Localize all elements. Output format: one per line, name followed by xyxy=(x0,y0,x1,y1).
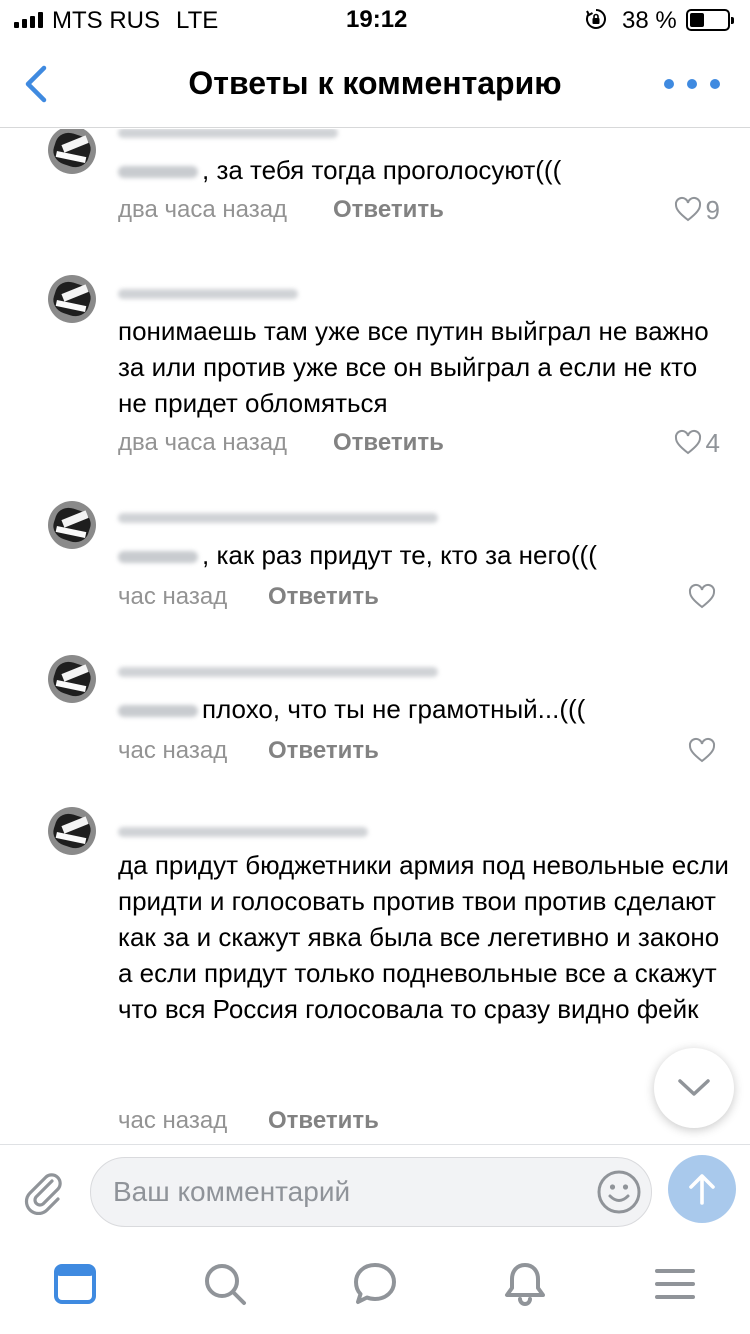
reply-button[interactable]: Ответить xyxy=(268,581,379,613)
comment-item: понимаешь там уже все путин выйграл не в… xyxy=(0,269,750,469)
chevron-down-icon xyxy=(678,1079,710,1096)
battery-percent: 38 % xyxy=(622,7,677,34)
tab-menu[interactable] xyxy=(651,1260,699,1308)
like-count: 9 xyxy=(705,195,720,225)
send-button[interactable] xyxy=(668,1155,736,1223)
comment-text: плохо, что ты не грамотный...((( xyxy=(202,694,586,724)
like-button[interactable]: 9 xyxy=(674,194,720,226)
comment-time: два часа назад xyxy=(118,429,288,456)
comment-time: час назад xyxy=(118,737,228,764)
arrow-up-icon xyxy=(689,1174,715,1205)
comment-input[interactable] xyxy=(90,1157,652,1227)
nav-header: Ответы к комментарию xyxy=(0,40,750,128)
like-button[interactable] xyxy=(688,735,720,767)
author-name-redacted xyxy=(118,129,338,138)
menu-icon xyxy=(655,1269,695,1299)
mention-redacted xyxy=(118,166,198,179)
news-icon xyxy=(54,1264,96,1304)
carrier-name: MTS RUS xyxy=(52,7,160,34)
author-name-redacted xyxy=(118,289,298,299)
reply-button[interactable]: Ответить xyxy=(268,735,379,767)
messages-icon xyxy=(354,1263,396,1304)
author-name-redacted xyxy=(118,513,438,523)
comment-meta: час назад Ответить xyxy=(118,1105,730,1137)
emoji-button[interactable] xyxy=(596,1169,642,1215)
heart-icon xyxy=(674,429,701,455)
comment-composer xyxy=(0,1144,750,1236)
comment-list[interactable]: , за тебя тогда проголосуют((( два часа … xyxy=(0,129,750,1144)
tab-news[interactable] xyxy=(51,1260,99,1308)
comment-text: , как раз придут те, кто за него((( xyxy=(202,540,597,570)
mention-redacted xyxy=(118,551,198,564)
tab-search[interactable] xyxy=(201,1260,249,1308)
reply-button[interactable]: Ответить xyxy=(333,194,444,226)
comment-item: , за тебя тогда проголосуют((( два часа … xyxy=(0,129,750,240)
tab-messages[interactable] xyxy=(351,1260,399,1308)
heart-icon xyxy=(674,196,701,222)
comment-meta: два часа назад Ответить 9 xyxy=(118,194,730,226)
comment-item: , как раз придут те, кто за него((( час … xyxy=(0,497,750,627)
like-count: 4 xyxy=(705,428,720,458)
comment-time: час назад xyxy=(118,1107,228,1134)
reply-button[interactable]: Ответить xyxy=(333,427,444,459)
rotation-lock-icon xyxy=(586,9,606,29)
comment-text: понимаешь там уже все путин выйграл не в… xyxy=(118,316,709,418)
battery-icon xyxy=(686,9,734,31)
avatar[interactable] xyxy=(48,129,96,174)
author-name-redacted xyxy=(118,667,438,677)
tab-notifications[interactable] xyxy=(501,1260,549,1308)
smile-icon xyxy=(597,1170,641,1214)
more-dots-icon xyxy=(664,79,674,89)
comment-item: да придут бюджетники армия под невольные… xyxy=(0,805,750,1144)
notifications-icon xyxy=(505,1263,545,1306)
avatar[interactable] xyxy=(48,275,96,323)
comment-time: час назад xyxy=(118,583,228,610)
comment-meta: два часа назад Ответить 4 xyxy=(118,427,730,459)
like-button[interactable] xyxy=(688,581,720,613)
comment-text: да придут бюджетники армия под невольные… xyxy=(118,850,729,1024)
status-time: 19:12 xyxy=(346,6,408,33)
comment-item: плохо, что ты не грамотный...((( час наз… xyxy=(0,651,750,781)
comment-meta: час назад Ответить xyxy=(118,735,730,767)
reply-button[interactable]: Ответить xyxy=(268,1105,379,1137)
page-title: Ответы к комментарию xyxy=(188,65,562,101)
scroll-down-button[interactable] xyxy=(654,1048,734,1128)
comment-text: , за тебя тогда проголосуют((( xyxy=(202,155,562,185)
heart-icon xyxy=(688,737,716,763)
search-icon xyxy=(205,1264,246,1305)
avatar[interactable] xyxy=(48,501,96,549)
paperclip-icon xyxy=(24,1173,62,1215)
avatar[interactable] xyxy=(48,807,96,855)
author-name-redacted xyxy=(118,827,368,837)
mention-redacted xyxy=(118,705,198,718)
comment-time: два часа назад xyxy=(118,196,288,223)
like-button[interactable]: 4 xyxy=(674,427,720,459)
status-bar: MTS RUS LTE 19:12 38 % xyxy=(0,0,750,40)
avatar[interactable] xyxy=(48,655,96,703)
heart-icon xyxy=(688,583,716,609)
comment-meta: час назад Ответить xyxy=(118,581,730,613)
signal-icon xyxy=(14,12,43,28)
tab-bar xyxy=(0,1236,750,1334)
network-type: LTE xyxy=(176,7,219,34)
attach-button[interactable] xyxy=(20,1167,68,1215)
more-options-button[interactable] xyxy=(664,70,720,98)
